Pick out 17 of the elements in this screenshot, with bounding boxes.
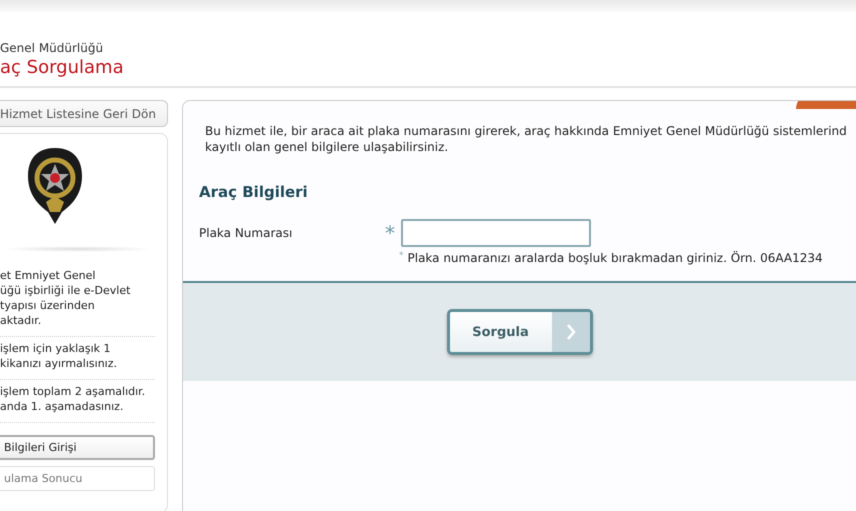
info-text: et Emniyet Genel üğü işbirliği ile e-Devlet tyapısı üzerinden aktadır. — [0, 268, 132, 329]
chevron-right-icon — [552, 312, 590, 352]
police-badge-icon — [26, 146, 84, 226]
back-button[interactable]: Hizmet Listesine Geri Dön — [0, 100, 168, 127]
info-text: işlem toplam 2 aşamalıdır. anda 1. aşamadasınız. — [0, 379, 155, 422]
step-item[interactable]: Bilgileri Girişi — [0, 435, 155, 460]
hint-text: * Plaka numaranızı aralarda boşluk bırakmadan giriniz. Örn. 06AA1234 — [399, 251, 824, 265]
page-title: aç Sorgulama — [0, 56, 125, 80]
field-label: Plaka Numarası — [199, 226, 294, 240]
submit-button[interactable]: Sorgula — [446, 309, 592, 355]
info-text: işlem için yaklaşık 1 kikanızı ayırmalısınız. — [0, 336, 155, 379]
header-subtitle: Genel Müdürlüğü — [0, 40, 104, 56]
description-text: Bu hizmet ile, bir araca ait plaka numarasını girerek, araç hakkında Emniyet Genel Müdürlüğü sistemlerind kayıtlı olan genel bilgilere ulaşabilirsiniz. — [205, 123, 848, 155]
step-item[interactable]: ulama Sonucu — [0, 466, 155, 491]
plate-number-field[interactable] — [401, 219, 591, 247]
required-mark: * — [385, 221, 396, 245]
section-title: Araç Bilgileri — [199, 183, 309, 201]
